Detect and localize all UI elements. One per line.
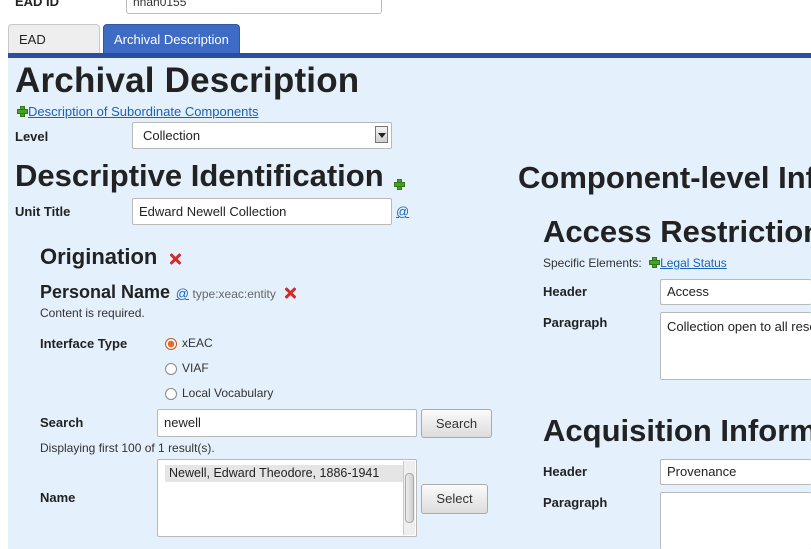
level-selected-value: Collection: [143, 128, 201, 143]
radio-button[interactable]: [165, 338, 177, 350]
acquisition-header-label: Header: [543, 464, 588, 479]
add-icon[interactable]: [649, 257, 661, 268]
specific-elements-label: Specific Elements:: [543, 256, 642, 270]
persname-type-hint: type:xeac:entity: [192, 287, 276, 301]
persname-attributes-link[interactable]: @: [176, 286, 189, 301]
section-title-did: Descriptive Identification: [15, 158, 406, 194]
add-subordinate-components[interactable]: Description of Subordinate Components: [17, 104, 259, 119]
origination-title: Origination: [40, 244, 181, 270]
result-count: Displaying first 100 of 1 result(s).: [40, 441, 215, 455]
component-section-title: Component-level Info: [518, 160, 811, 195]
search-label: Search: [40, 415, 84, 430]
search-input[interactable]: newell: [157, 409, 417, 437]
acquisition-header-input[interactable]: Provenance: [660, 459, 811, 485]
search-button[interactable]: Search: [421, 409, 492, 438]
radio-label: VIAF: [182, 361, 209, 375]
unit-title-input[interactable]: Edward Newell Collection: [132, 198, 392, 225]
ead-id-label: EAD ID: [15, 0, 60, 9]
access-paragraph-label: Paragraph: [543, 315, 608, 330]
tab-archival-description[interactable]: Archival Description: [103, 24, 240, 54]
radio-label: xEAC: [182, 336, 213, 350]
origination-title-text: Origination: [40, 244, 158, 269]
subordinate-components-link[interactable]: Description of Subordinate Components: [28, 104, 259, 119]
unit-title-attributes-link[interactable]: @: [396, 204, 409, 219]
did-title-text: Descriptive Identification: [15, 158, 384, 193]
interface-type-label: Interface Type: [40, 336, 128, 351]
page-title: Archival Description: [15, 61, 360, 100]
scrollbar[interactable]: [403, 461, 415, 535]
select-button[interactable]: Select: [421, 484, 488, 514]
acquisition-paragraph-label: Paragraph: [543, 495, 608, 510]
radio-button[interactable]: [165, 363, 177, 375]
legal-status-link[interactable]: Legal Status: [660, 256, 727, 270]
access-restriction-title: Access Restriction: [543, 214, 811, 249]
radio-button[interactable]: [165, 388, 177, 400]
name-label: Name: [40, 490, 76, 505]
list-item[interactable]: Newell, Edward Theodore, 1886-1941: [165, 465, 403, 482]
add-icon: [17, 106, 28, 117]
radio-label: Local Vocabulary: [182, 386, 274, 400]
chevron-down-icon[interactable]: [375, 126, 388, 143]
acquisition-information-title: Acquisition Informa: [543, 413, 811, 448]
tab-ead-header[interactable]: EAD Header: [8, 24, 100, 76]
required-message: Content is required.: [40, 306, 145, 320]
name-results-list[interactable]: Newell, Edward Theodore, 1886-1941: [157, 459, 417, 537]
access-paragraph-textarea[interactable]: Collection open to all rese: [660, 312, 811, 380]
persname-title: Personal Name: [40, 282, 171, 302]
scrollbar-thumb[interactable]: [405, 473, 414, 523]
add-icon[interactable]: [394, 179, 406, 190]
access-header-label: Header: [543, 284, 588, 299]
persname-header: Personal Name @ type:xeac:entity: [40, 282, 296, 303]
level-select[interactable]: Collection: [132, 122, 392, 149]
unit-title-label: Unit Title: [15, 204, 71, 219]
access-header-input[interactable]: Access: [660, 279, 811, 305]
specific-elements: Specific Elements: Legal Status: [543, 256, 727, 270]
ead-id-input[interactable]: nnah0155: [126, 0, 382, 14]
acquisition-paragraph-textarea[interactable]: [660, 492, 811, 549]
level-label: Level: [15, 129, 49, 144]
remove-icon[interactable]: [169, 253, 181, 265]
remove-icon[interactable]: [284, 287, 296, 299]
